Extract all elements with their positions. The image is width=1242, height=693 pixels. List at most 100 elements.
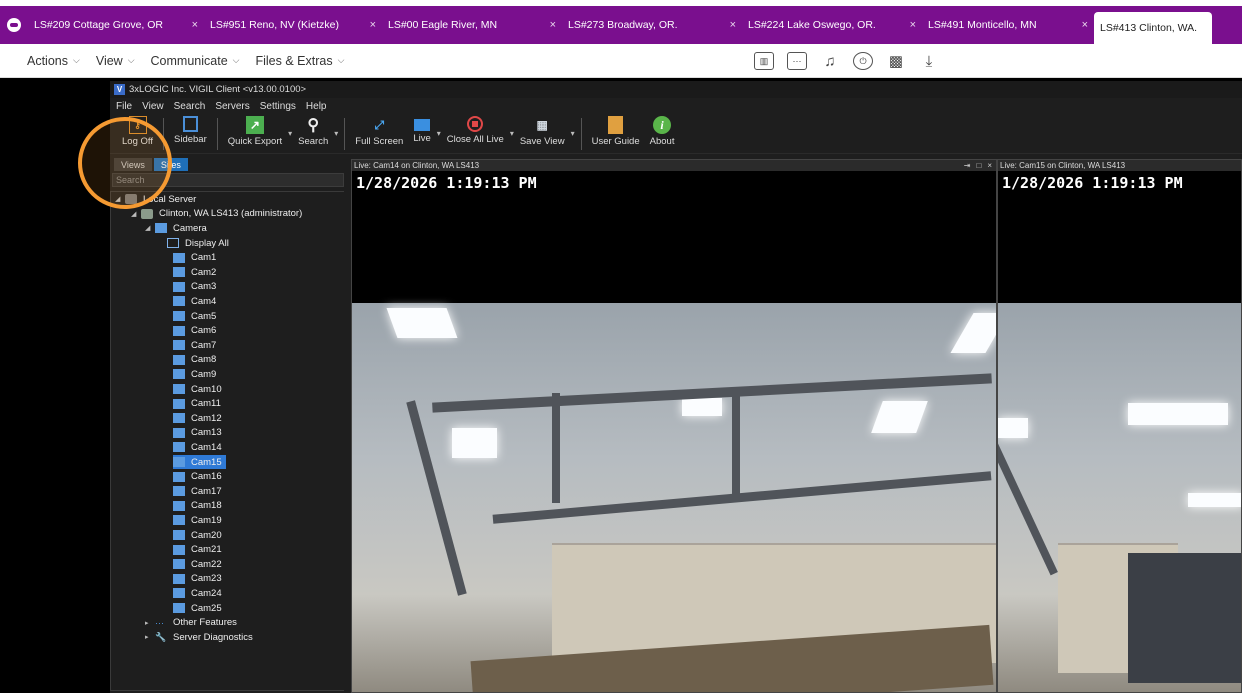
quick-export-button[interactable]: ↗ Quick Export bbox=[224, 114, 286, 147]
chevron-down-icon[interactable]: ▾ bbox=[571, 129, 575, 138]
pin-icon[interactable]: ⇥ bbox=[964, 161, 971, 170]
tree-camera-item[interactable]: Cam4 bbox=[173, 294, 216, 309]
panel-controls: ⇥ □ × bbox=[964, 161, 996, 170]
menu-view[interactable]: View ⌵ bbox=[96, 54, 135, 68]
tab-views[interactable]: Views bbox=[114, 158, 152, 171]
ribbon-separator bbox=[344, 118, 346, 150]
tree-camera-item[interactable]: Cam17 bbox=[173, 484, 222, 499]
server-icon bbox=[125, 194, 137, 205]
tree-other-features[interactable]: ▸ ⋯ Other Features bbox=[145, 615, 237, 630]
tab-cottage-grove[interactable]: LS#209 Cottage Grove, OR × bbox=[28, 6, 204, 44]
log-off-button[interactable]: ⚷ Log Off bbox=[118, 114, 157, 147]
tree-camera-item[interactable]: Cam16 bbox=[173, 469, 222, 484]
tree-camera-item[interactable]: Cam15 bbox=[173, 454, 226, 470]
expand-icon[interactable]: ▸ bbox=[145, 633, 155, 641]
search-button[interactable]: ⚲ Search bbox=[294, 114, 332, 147]
download-icon[interactable]: ⤓ bbox=[919, 52, 939, 70]
tree-camera-item[interactable]: Cam6 bbox=[173, 323, 216, 338]
tree-camera-item[interactable]: Cam22 bbox=[173, 557, 222, 572]
full-screen-button[interactable]: ⤢ Full Screen bbox=[351, 114, 407, 148]
client-menu-view[interactable]: View bbox=[142, 101, 164, 112]
tree-camera-item[interactable]: Cam24 bbox=[173, 586, 222, 601]
tree-camera-item[interactable]: Cam3 bbox=[173, 280, 216, 295]
tree-server-diagnostics[interactable]: ▸ 🔧 Server Diagnostics bbox=[145, 630, 253, 645]
user-guide-button[interactable]: User Guide bbox=[588, 114, 644, 147]
chevron-down-icon[interactable]: ▾ bbox=[437, 129, 441, 138]
maximize-icon[interactable]: □ bbox=[976, 161, 981, 170]
tree-camera-item[interactable]: Cam23 bbox=[173, 572, 222, 587]
tree-label: Other Features bbox=[173, 617, 237, 629]
tree-camera-item[interactable]: Cam2 bbox=[173, 265, 216, 280]
collapse-icon[interactable]: ◢ bbox=[145, 224, 155, 232]
tree-label: Cam10 bbox=[191, 383, 222, 395]
tab-eagle-river[interactable]: LS#00 Eagle River, MN × bbox=[382, 6, 562, 44]
tree-camera-item[interactable]: Cam10 bbox=[173, 382, 222, 397]
camera-icon bbox=[173, 457, 185, 468]
client-menu-search[interactable]: Search bbox=[174, 101, 206, 112]
close-icon[interactable]: × bbox=[192, 19, 198, 31]
expand-icon[interactable]: ▸ bbox=[145, 619, 155, 627]
sidebar-search-input[interactable]: Search bbox=[112, 173, 344, 187]
tree-camera-item[interactable]: Cam1 bbox=[173, 250, 216, 265]
client-menu-file[interactable]: File bbox=[116, 101, 132, 112]
tree-camera-item[interactable]: Cam25 bbox=[173, 601, 222, 616]
sidebar-button[interactable]: Sidebar bbox=[170, 114, 211, 145]
live-panel-cam15[interactable]: Live: Cam15 on Clinton, WA LS413 1/28/20… bbox=[997, 159, 1242, 693]
close-icon[interactable]: × bbox=[987, 161, 992, 170]
tree-camera-item[interactable]: Cam19 bbox=[173, 513, 222, 528]
tree-camera-item[interactable]: Cam7 bbox=[173, 338, 216, 353]
tree-camera-item[interactable]: Cam5 bbox=[173, 309, 216, 324]
tree-site[interactable]: ◢ Clinton, WA LS413 (administrator) bbox=[131, 207, 302, 222]
close-icon[interactable]: × bbox=[550, 19, 556, 31]
close-icon[interactable]: × bbox=[730, 19, 736, 31]
close-icon[interactable]: × bbox=[370, 19, 376, 31]
ticket-icon[interactable]: ⋯ bbox=[787, 52, 807, 70]
client-menu-servers[interactable]: Servers bbox=[215, 101, 249, 112]
tree-camera-item[interactable]: Cam8 bbox=[173, 353, 216, 368]
app-logo-icon[interactable] bbox=[0, 6, 28, 44]
tab-sites[interactable]: Sites bbox=[153, 158, 188, 171]
collapse-icon[interactable]: ◢ bbox=[131, 210, 141, 218]
chevron-down-icon[interactable]: ▾ bbox=[288, 129, 292, 138]
tab-reno[interactable]: LS#951 Reno, NV (Kietzke) × bbox=[204, 6, 382, 44]
tree-label: Cam12 bbox=[191, 412, 222, 424]
tree-camera-item[interactable]: Cam18 bbox=[173, 499, 222, 514]
tree-camera-item[interactable]: Cam21 bbox=[173, 542, 222, 557]
tree-camera-group[interactable]: ◢ Camera bbox=[145, 221, 207, 236]
tree-camera-item[interactable]: Cam20 bbox=[173, 528, 222, 543]
tree-camera-item[interactable]: Cam11 bbox=[173, 396, 221, 411]
save-view-button[interactable]: ▦ Save View bbox=[516, 114, 569, 147]
live-button[interactable]: Live bbox=[409, 114, 434, 144]
menu-communicate[interactable]: Communicate ⌵ bbox=[151, 54, 240, 68]
close-icon[interactable]: × bbox=[1082, 19, 1088, 31]
tree-local-server[interactable]: ◢ Local Server bbox=[115, 192, 196, 207]
client-menu-settings[interactable]: Settings bbox=[260, 101, 296, 112]
close-icon[interactable]: × bbox=[910, 19, 916, 31]
about-button[interactable]: i About bbox=[646, 114, 679, 147]
camera-icon bbox=[173, 603, 185, 614]
chevron-down-icon[interactable]: ▾ bbox=[510, 129, 514, 138]
live-panel-cam14[interactable]: Live: Cam14 on Clinton, WA LS413 ⇥ □ × 1… bbox=[351, 159, 997, 693]
camera-icon bbox=[173, 588, 185, 599]
chart-icon[interactable]: ▥ bbox=[754, 52, 774, 70]
pattern-icon[interactable]: ▩ bbox=[886, 52, 906, 70]
tree-label: Cam16 bbox=[191, 471, 222, 483]
tree-display-all[interactable]: Display All bbox=[167, 236, 229, 251]
tab-lake-oswego[interactable]: LS#224 Lake Oswego, OR. × bbox=[742, 6, 922, 44]
tab-broadway[interactable]: LS#273 Broadway, OR. × bbox=[562, 6, 742, 44]
tree-camera-item[interactable]: Cam13 bbox=[173, 426, 222, 441]
sound-file-icon[interactable]: ♫ bbox=[820, 52, 840, 70]
collapse-icon[interactable]: ◢ bbox=[115, 195, 125, 203]
camera-icon bbox=[173, 500, 185, 511]
tree-camera-item[interactable]: Cam14 bbox=[173, 440, 222, 455]
menu-files-extras[interactable]: Files & Extras ⌵ bbox=[255, 54, 344, 68]
tree-camera-item[interactable]: Cam12 bbox=[173, 411, 222, 426]
menu-actions[interactable]: Actions ⌵ bbox=[27, 54, 80, 68]
chevron-down-icon[interactable]: ▾ bbox=[334, 129, 338, 138]
tab-monticello[interactable]: LS#491 Monticello, MN × bbox=[922, 6, 1094, 44]
tree-camera-item[interactable]: Cam9 bbox=[173, 367, 216, 382]
close-all-live-button[interactable]: Close All Live bbox=[443, 114, 508, 145]
client-menu-help[interactable]: Help bbox=[306, 101, 327, 112]
power-icon[interactable]: ⏻ bbox=[853, 52, 873, 70]
tab-clinton-active[interactable]: LS#413 Clinton, WA. bbox=[1094, 12, 1212, 44]
